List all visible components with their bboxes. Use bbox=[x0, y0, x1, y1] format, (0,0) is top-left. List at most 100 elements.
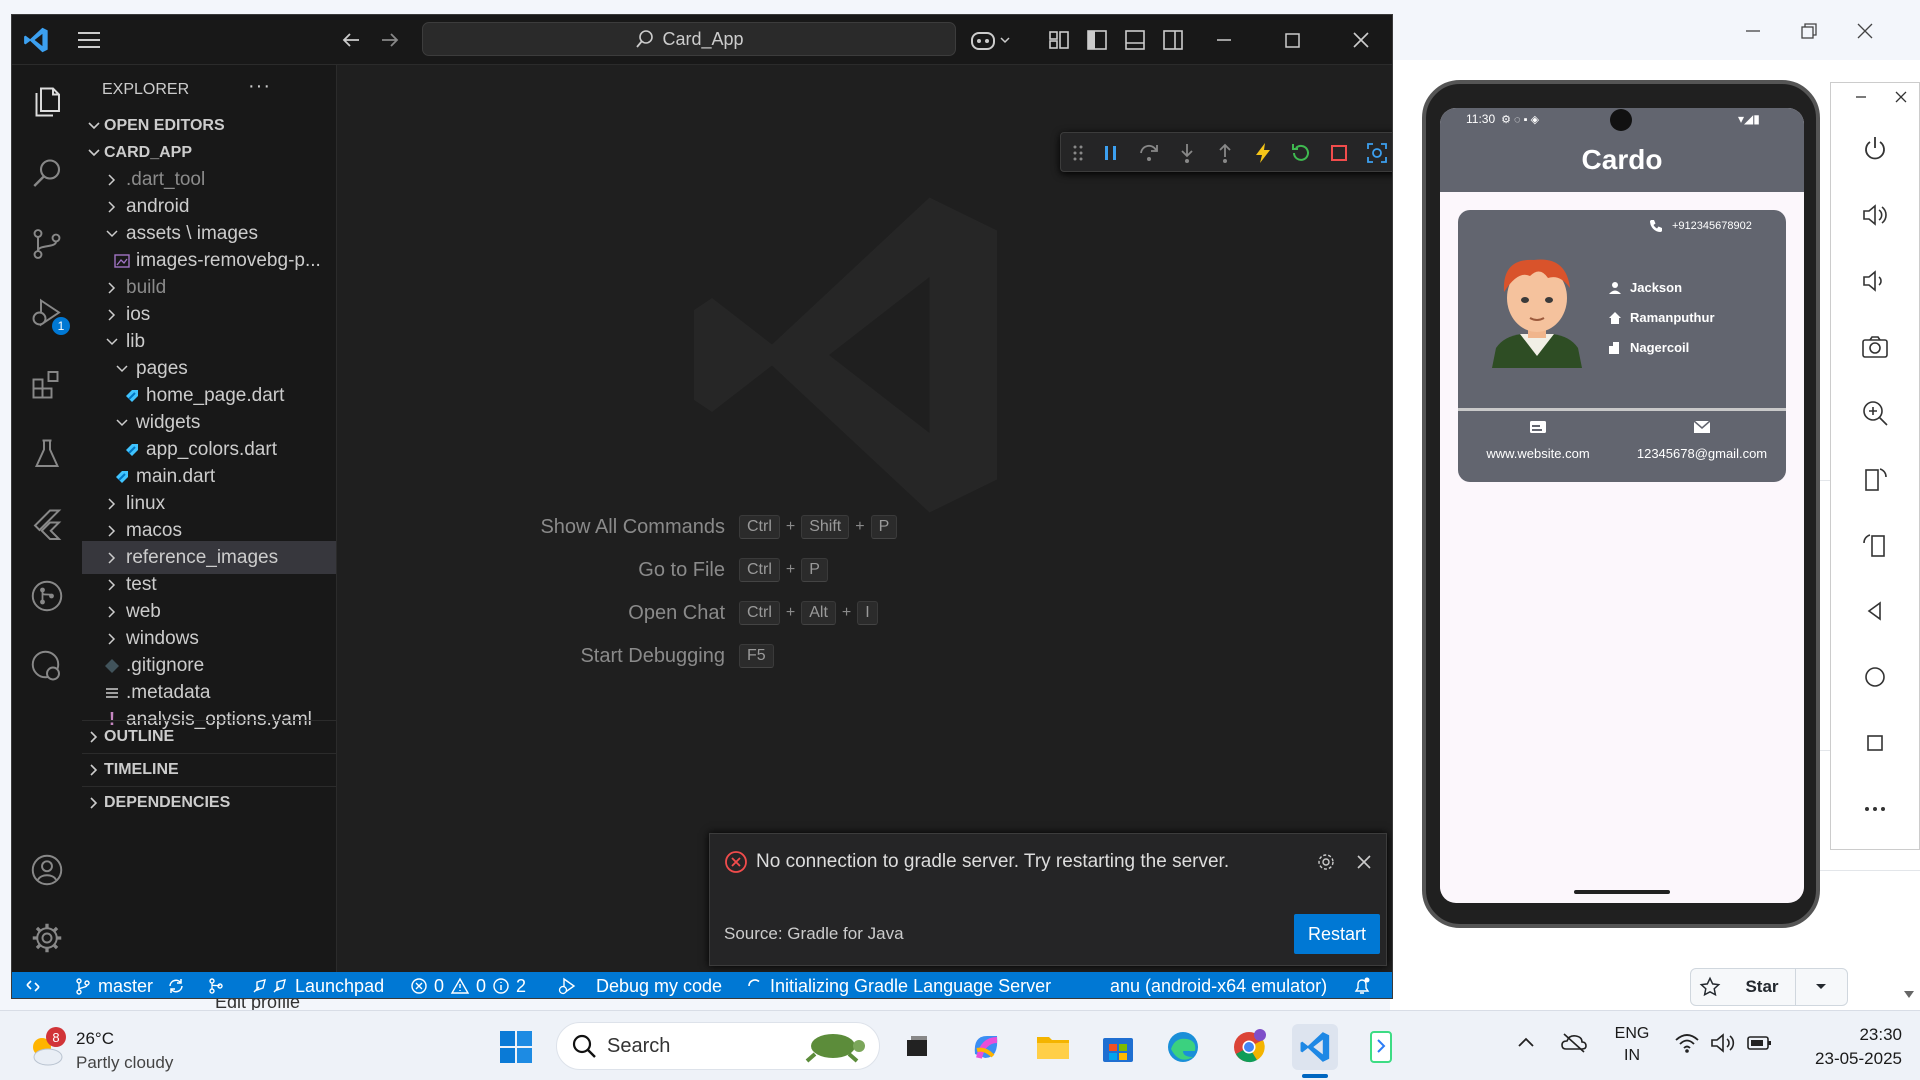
power-icon[interactable] bbox=[1853, 127, 1897, 171]
settings-gear-icon[interactable] bbox=[22, 913, 72, 963]
weather-badge: 8 bbox=[46, 1027, 66, 1047]
maximize-icon[interactable] bbox=[1280, 28, 1304, 52]
step-into-icon[interactable] bbox=[1175, 141, 1199, 165]
weather-widget[interactable]: 8 26°C Partly cloudy bbox=[22, 1023, 222, 1072]
drag-handle-icon[interactable] bbox=[1071, 143, 1085, 163]
remote-explorer-icon[interactable] bbox=[22, 641, 72, 691]
hot-reload-icon[interactable] bbox=[1251, 141, 1275, 165]
ms-store-icon[interactable] bbox=[1095, 1024, 1141, 1070]
star-button[interactable]: Star bbox=[1690, 968, 1848, 1006]
minimize-icon[interactable] bbox=[1738, 16, 1768, 46]
run-debug-icon[interactable]: 1 bbox=[22, 289, 72, 339]
tree-item-label: .gitignore bbox=[126, 654, 205, 676]
launchpad-status[interactable]: Launchpad bbox=[251, 972, 384, 998]
notification-close-icon[interactable] bbox=[1352, 850, 1376, 874]
vscode-taskbar-icon[interactable] bbox=[1292, 1024, 1338, 1070]
camera-icon[interactable] bbox=[1853, 325, 1897, 369]
task-status[interactable]: Initializing Gradle Language Server bbox=[746, 972, 1051, 998]
minimize-icon[interactable] bbox=[1212, 28, 1236, 52]
back-icon[interactable] bbox=[1853, 589, 1897, 633]
back-arrow-icon[interactable] bbox=[339, 28, 363, 52]
dart-file-icon bbox=[122, 442, 142, 458]
shortcut-row[interactable]: Go to File Ctrl + P bbox=[337, 558, 1392, 582]
minimize-icon[interactable] bbox=[1853, 89, 1869, 105]
stop-icon[interactable] bbox=[1327, 141, 1351, 165]
clock[interactable]: 23:30 23-05-2025 bbox=[1788, 1023, 1902, 1071]
volume-icon[interactable] bbox=[1710, 1032, 1736, 1054]
home-gesture-bar[interactable] bbox=[1574, 890, 1670, 894]
dependencies-section[interactable]: DEPENDENCIES bbox=[82, 786, 336, 819]
shortcut-row[interactable]: Show All Commands Ctrl + Shift + P bbox=[337, 515, 1392, 539]
notification-settings-icon[interactable] bbox=[1314, 850, 1338, 874]
flutter-icon[interactable] bbox=[22, 499, 72, 549]
git-graph-status-icon[interactable] bbox=[206, 972, 226, 998]
extensions-icon[interactable] bbox=[22, 359, 72, 409]
timeline-section[interactable]: TIMELINE bbox=[82, 753, 336, 786]
close-icon[interactable] bbox=[1850, 16, 1880, 46]
battery-icon[interactable] bbox=[1746, 1033, 1774, 1053]
chrome-icon[interactable] bbox=[1226, 1024, 1272, 1070]
wifi-icon[interactable] bbox=[1674, 1032, 1700, 1054]
scroll-down-icon[interactable] bbox=[1903, 990, 1915, 1000]
section-label: TIMELINE bbox=[104, 761, 179, 778]
section-label: DEPENDENCIES bbox=[104, 794, 231, 811]
restore-icon[interactable] bbox=[1794, 16, 1824, 46]
layout-custom-icon[interactable] bbox=[1047, 28, 1071, 52]
volume-up-icon[interactable] bbox=[1853, 193, 1897, 237]
chevron-right-icon bbox=[84, 763, 104, 777]
onedrive-offline-icon[interactable] bbox=[1560, 1031, 1588, 1055]
menu-icon[interactable] bbox=[76, 28, 102, 52]
close-icon[interactable] bbox=[1349, 28, 1373, 52]
step-over-icon[interactable] bbox=[1137, 141, 1161, 165]
explorer-icon[interactable] bbox=[22, 77, 72, 127]
volume-down-icon[interactable] bbox=[1853, 259, 1897, 303]
rotate-left-icon[interactable] bbox=[1853, 457, 1897, 501]
step-out-icon[interactable] bbox=[1213, 141, 1237, 165]
shortcut-row[interactable]: Start Debugging F5 bbox=[337, 644, 1392, 668]
toggle-secondary-sidebar-icon[interactable] bbox=[1161, 28, 1185, 52]
more-actions-icon[interactable]: ··· bbox=[248, 75, 271, 98]
search-icon bbox=[634, 28, 656, 50]
home-icon[interactable] bbox=[1853, 655, 1897, 699]
account-icon[interactable] bbox=[22, 845, 72, 895]
status-bar: master Launchpad 0 0 2 Debug my code Ini… bbox=[12, 972, 1392, 998]
shortcut-row[interactable]: Open Chat Ctrl + Alt + I bbox=[337, 601, 1392, 625]
rotate-right-icon[interactable] bbox=[1853, 523, 1897, 567]
overview-icon[interactable] bbox=[1853, 721, 1897, 765]
close-icon[interactable] bbox=[1893, 89, 1909, 105]
start-button[interactable] bbox=[493, 1024, 539, 1070]
problems-status[interactable]: 0 0 2 bbox=[410, 972, 526, 998]
android-studio-emulator-icon[interactable] bbox=[1358, 1024, 1404, 1070]
notifications-bell-icon[interactable] bbox=[1352, 972, 1372, 998]
edge-icon[interactable] bbox=[1160, 1024, 1206, 1070]
git-graph-icon[interactable] bbox=[22, 571, 72, 621]
device-status[interactable]: anu (android-x64 emulator) bbox=[1110, 972, 1327, 998]
task-view-icon[interactable] bbox=[894, 1024, 940, 1070]
source-control-icon[interactable] bbox=[22, 219, 72, 269]
zoom-icon[interactable] bbox=[1853, 391, 1897, 435]
taskbar-search[interactable]: Search bbox=[556, 1022, 880, 1070]
restart-icon[interactable] bbox=[1289, 141, 1313, 165]
toggle-panel-icon[interactable] bbox=[1123, 28, 1147, 52]
debug-status[interactable]: Debug my code bbox=[556, 972, 722, 998]
language-indicator[interactable]: ENG IN bbox=[1612, 1023, 1652, 1067]
remote-indicator-icon[interactable] bbox=[24, 972, 42, 998]
outline-section[interactable]: OUTLINE bbox=[82, 720, 336, 753]
show-hidden-icons-chevron-icon[interactable] bbox=[1516, 1033, 1536, 1053]
widget-inspector-icon[interactable] bbox=[1365, 141, 1389, 165]
testing-icon[interactable] bbox=[22, 429, 72, 479]
branch-status[interactable]: master bbox=[74, 972, 185, 998]
chevron-down-icon[interactable] bbox=[1796, 982, 1846, 992]
copilot-app-icon[interactable] bbox=[963, 1024, 1009, 1070]
command-center-search[interactable]: Card_App bbox=[422, 22, 956, 56]
toggle-sidebar-icon[interactable] bbox=[1085, 28, 1109, 52]
pause-icon[interactable] bbox=[1099, 141, 1123, 165]
copilot-icon[interactable] bbox=[969, 27, 1011, 53]
restart-button[interactable]: Restart bbox=[1294, 914, 1380, 954]
file-explorer-icon[interactable] bbox=[1030, 1024, 1076, 1070]
search-icon[interactable] bbox=[22, 149, 72, 199]
forward-arrow-icon[interactable] bbox=[378, 28, 402, 52]
more-options-icon[interactable] bbox=[1853, 787, 1897, 831]
tree-item-label: home_page.dart bbox=[146, 384, 285, 406]
branch-icon bbox=[74, 977, 92, 995]
